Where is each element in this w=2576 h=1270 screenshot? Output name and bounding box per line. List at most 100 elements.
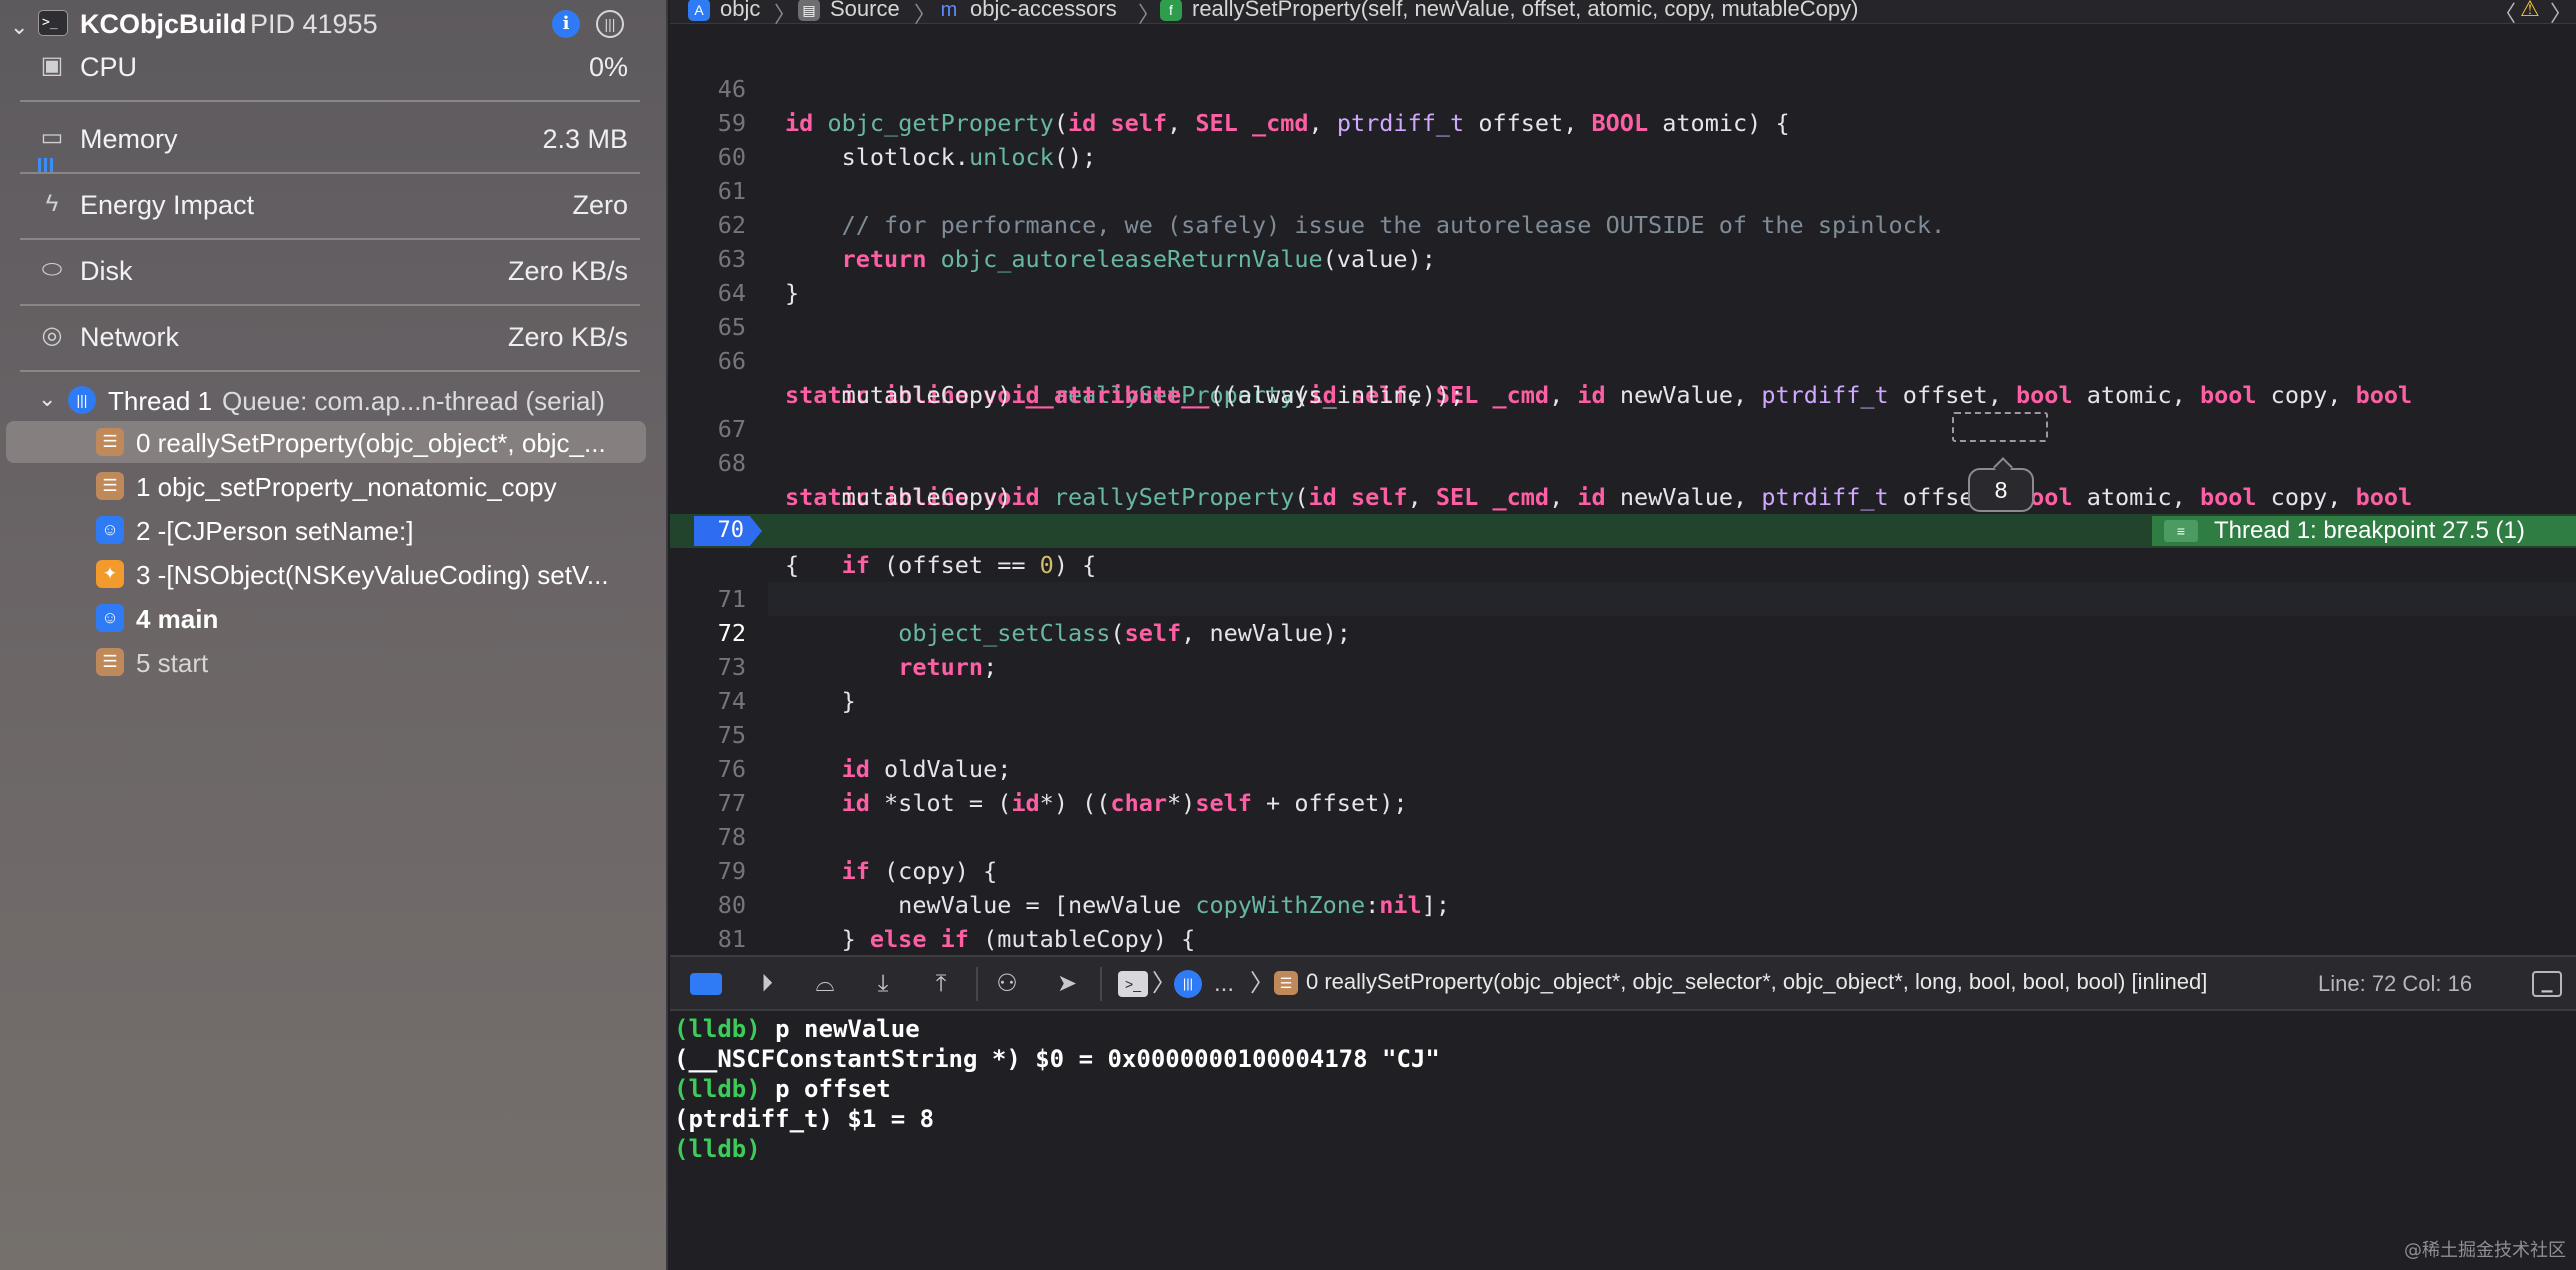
code-line: 72 return; [670, 582, 2576, 681]
process-name: KCObjcBuild [80, 9, 247, 39]
stack-frame[interactable]: ☺ 2 -[CJPerson setName:] [6, 509, 646, 551]
console-line: (lldb) p offset [674, 1075, 891, 1103]
stack-frame[interactable]: ☺ 4 main [6, 597, 646, 639]
stack-frame[interactable]: ☰ 5 start [6, 641, 646, 683]
console-line[interactable]: (lldb) [674, 1135, 761, 1163]
breakpoint-annotation[interactable]: ≡ Thread 1: breakpoint 27.5 (1) [2152, 516, 2576, 546]
thread-row[interactable]: ⌄ ||| Thread 1 Queue: com.ap...n-thread … [0, 380, 668, 424]
source-editor[interactable]: Aobjc 〉 ▤ Source 〉 m objc-accessors 〉 f rea… [670, 0, 2576, 955]
console-output: (ptrdiff_t) $1 = 8 [674, 1105, 935, 1133]
crumb-label: objc [720, 0, 761, 21]
info-icon[interactable]: i [552, 10, 580, 38]
chevron-down-icon[interactable]: ⌄ [38, 386, 56, 412]
gauge-label: Network [80, 322, 180, 352]
code-line: 68 static inline void reallySetProperty(… [670, 412, 2576, 511]
divider [20, 238, 640, 240]
thread-icon: ||| [68, 386, 96, 414]
process-pid: PID 41955 [250, 9, 378, 39]
view-hierarchy-icon[interactable]: ⚇ [990, 969, 1024, 999]
stack-frame[interactable]: ✦ 3 -[NSObject(NSKeyValueCoding) setV... [6, 553, 646, 595]
current-frame[interactable]: ☰ 0 reallySetProperty(objc_object*, objc_… [1274, 969, 2208, 996]
step-over-icon[interactable]: ⌓ [808, 969, 842, 999]
stack-frame[interactable]: ☰ 1 objc_setProperty_nonatomic_copy [6, 465, 646, 507]
stack-frame[interactable]: ☰ 0 reallySetProperty(objc_object*, objc… [6, 421, 646, 463]
code-line: 59 slotlock.unlock(); [670, 72, 2576, 171]
library-icon: ☰ [1274, 971, 1298, 996]
breakpoint-label: Thread 1: breakpoint 27.5 (1) [2214, 517, 2525, 544]
terminal-icon[interactable]: >_ [1118, 971, 1148, 997]
code-line: 77 [670, 752, 2576, 817]
step-into-icon[interactable]: ⤓ [866, 969, 900, 999]
code-line: 74 [670, 650, 2576, 715]
gauge-value: Zero [572, 190, 628, 220]
crumb-label: objc-accessors [970, 0, 1117, 21]
lldb-prompt: (lldb) [674, 1015, 761, 1043]
jumpbar-item-folder[interactable]: ▤ Source [798, 0, 900, 22]
code-line: 60 [670, 106, 2576, 171]
gauge-cpu[interactable]: ▣ CPU 0% [0, 38, 668, 102]
objc-file-icon: m [940, 0, 958, 22]
jumpbar-item-file[interactable]: m objc-accessors [938, 0, 1117, 22]
code-line: 78 if (copy) { [670, 786, 2576, 885]
ellipsis-label[interactable]: ... [1210, 969, 1238, 999]
chevron-right-icon: 〉 [914, 2, 937, 27]
breakpoints-toggle-button[interactable] [690, 973, 722, 995]
divider [1100, 967, 1102, 1001]
chevron-down-icon[interactable]: ⌄ [10, 14, 28, 40]
gauge-energy[interactable]: ϟ Energy Impact Zero [0, 176, 668, 240]
globe-icon: ◎ [41, 322, 63, 349]
divider [20, 370, 640, 372]
watermark: @稀土掘金技术社区 [2404, 1240, 2566, 1261]
cpu-icon: ▣ [40, 52, 64, 79]
gauge-network[interactable]: ◎ Network Zero KB/s [0, 308, 668, 372]
chevron-right-icon: 〉 [774, 2, 797, 27]
code-line: mutableCopy) [670, 446, 2576, 511]
code-line: 69 { [670, 480, 2576, 579]
console-output: (__NSCFConstantString *) $0 = 0x00000001… [674, 1045, 1440, 1073]
gauge-value: Zero KB/s [507, 322, 628, 352]
step-out-icon[interactable]: ⤒ [924, 969, 958, 999]
divider [20, 100, 640, 102]
chevron-right-icon: 〉 [1138, 2, 1161, 27]
code-line: 80 } else if (mutableCopy) { [670, 854, 2576, 953]
memory-icon: ▭ [40, 124, 64, 151]
gauge-disk[interactable]: ⬭ Disk Zero KB/s [0, 242, 668, 306]
lldb-console[interactable]: (lldb) p newValue (__NSCFConstantString … [670, 1011, 2576, 1270]
location-icon[interactable]: ➤ [1050, 969, 1084, 999]
code-line: 76 id *slot = (id*) ((char*)self + offse… [670, 718, 2576, 817]
breakpoint-list-icon: ≡ [2164, 520, 2198, 542]
code-line: 79 newValue = [newValue copyWithZone:nil… [670, 820, 2576, 919]
gauge-memory[interactable]: ▭ Memory 2.3 MB [0, 110, 668, 174]
frame-label: 1 objc_setProperty_nonatomic_copy [136, 472, 557, 502]
toggle-console-icon[interactable]: ▁ [2532, 971, 2562, 997]
library-icon: ☰ [96, 648, 124, 676]
code-line: 81 newValue = [newValue mutableCopyWithZ… [670, 888, 2576, 953]
jumpbar-item-function[interactable]: f reallySetProperty(self, newValue, offse… [1160, 0, 1858, 22]
continue-icon[interactable]: ⏵ [750, 969, 784, 999]
thread-name: Thread 1 [108, 386, 213, 416]
console-line: (__NSCFConstantString *) $0 = 0x00000001… [674, 1045, 1440, 1073]
code-line: 71 object_setClass(self, newValue); [670, 548, 2576, 647]
gauge-value: 0% [588, 52, 628, 82]
framework-icon: ✦ [96, 560, 124, 588]
chevron-left-icon[interactable]: 〈 [2494, 0, 2516, 28]
chevron-right-icon[interactable]: 〉 [2550, 0, 2572, 28]
code-line: 73 } [670, 616, 2576, 715]
thread-icon[interactable]: ||| [1174, 970, 1202, 998]
library-icon: ☰ [96, 472, 124, 500]
hovered-variable-highlight[interactable] [1952, 412, 2048, 442]
gauge-label: Memory [80, 124, 178, 154]
crumb-label: reallySetProperty(self, newValue, offset… [1192, 0, 1859, 21]
folder-icon: ▤ [798, 0, 820, 22]
function-icon: f [1160, 0, 1182, 22]
current-frame-label: 0 reallySetProperty(objc_object*, objc_s… [1306, 969, 2208, 994]
lldb-prompt: (lldb) [674, 1135, 761, 1163]
divider [976, 967, 978, 1001]
project-icon: A [688, 0, 710, 22]
code-line: mutableCopy) __attribute__((always_inlin… [670, 344, 2576, 409]
chevron-right-icon: 〉 [1152, 970, 1176, 997]
warning-icon[interactable]: ⚠ [2520, 0, 2540, 22]
code-line: 67 [670, 378, 2576, 443]
jumpbar-item-project[interactable]: Aobjc [688, 0, 760, 22]
threads-icon[interactable]: ||| [596, 10, 624, 38]
